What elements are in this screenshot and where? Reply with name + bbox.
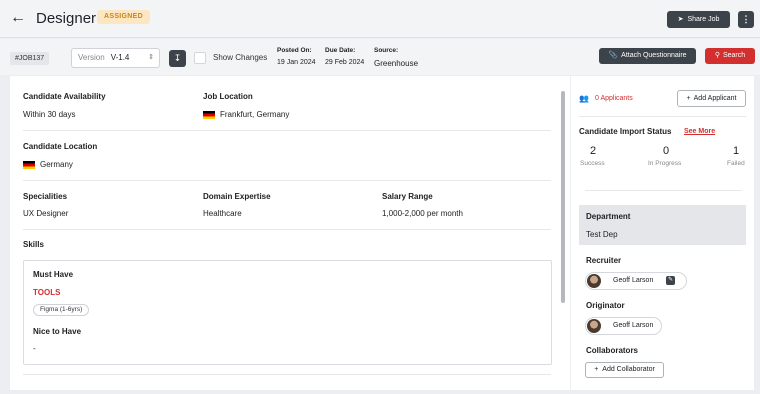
source-value: Greenhouse <box>374 59 419 68</box>
job-id-badge: #JOB137 <box>10 52 50 65</box>
department-value: Test Dep <box>586 230 618 239</box>
send-icon: ➤ <box>677 16 684 23</box>
divider <box>23 374 551 375</box>
add-user-icon: + <box>686 95 691 102</box>
due-date-value: 29 Feb 2024 <box>325 59 365 66</box>
job-location-value: Frankfurt, Germany <box>220 110 290 119</box>
specialities-label: Specialities <box>23 192 68 201</box>
status-badge: ASSIGNED <box>97 10 150 24</box>
in-progress-count: 0 <box>663 145 670 157</box>
availability-label: Candidate Availability <box>23 92 106 101</box>
germany-flag-icon <box>203 110 215 119</box>
originator-chip[interactable]: Geoff Larson <box>585 317 662 335</box>
candidate-location: Germany <box>23 160 73 169</box>
salary-range-label: Salary Range <box>382 192 433 201</box>
search-label: Search <box>722 52 746 59</box>
job-location: Frankfurt, Germany <box>203 110 289 119</box>
version-select[interactable]: Version V-1.4 ⇕ <box>71 48 160 68</box>
recruiter-label: Recruiter <box>586 256 622 265</box>
avatar <box>587 319 601 333</box>
scrollbar[interactable] <box>561 91 565 303</box>
divider <box>579 116 746 117</box>
posted-on-label: Posted On: <box>277 47 312 54</box>
recruiter-chip[interactable]: Geoff Larson ✎ <box>585 272 687 290</box>
search-icon: ⚲ <box>714 52 720 59</box>
skill-chip: Figma (1-6yrs) <box>33 304 90 316</box>
posted-on-value: 19 Jan 2024 <box>277 59 316 66</box>
divider <box>23 180 551 181</box>
nice-to-have-label: Nice to Have <box>33 327 82 336</box>
department-label: Department <box>586 212 631 221</box>
share-job-button[interactable]: ➤ Share Job <box>667 11 730 28</box>
germany-flag-icon <box>23 160 35 169</box>
search-button[interactable]: ⚲ Search <box>705 48 755 64</box>
add-applicant-label: Add Applicant <box>693 95 737 102</box>
avatar <box>587 274 601 288</box>
must-have-label: Must Have <box>33 270 74 279</box>
availability-value: Within 30 days <box>23 110 76 119</box>
see-more-link[interactable]: See More <box>684 128 715 135</box>
due-date-label: Due Date: <box>325 47 356 54</box>
candidate-location-label: Candidate Location <box>23 142 98 151</box>
show-changes-checkbox[interactable] <box>194 52 206 64</box>
share-job-label: Share Job <box>687 16 720 23</box>
skills-box <box>23 260 552 365</box>
salary-range-value: 1,000-2,000 per month <box>382 209 463 218</box>
divider <box>585 190 742 191</box>
people-icon: 👥 <box>579 94 589 103</box>
add-collaborator-button[interactable]: + Add Collaborator <box>585 362 664 378</box>
divider <box>23 130 551 131</box>
chevron-updown-icon: ⇕ <box>148 54 154 61</box>
specialities-value: UX Designer <box>23 209 69 218</box>
add-applicant-button[interactable]: + Add Applicant <box>677 90 746 107</box>
applicants-link[interactable]: 0 Applicants <box>595 95 633 102</box>
collaborators-label: Collaborators <box>586 346 639 355</box>
show-changes-label: Show Changes <box>213 53 268 62</box>
in-progress-label: In Progress <box>648 160 682 167</box>
skill-category: TOOLS <box>33 288 61 297</box>
more-options-icon[interactable]: ⋮ <box>738 11 754 28</box>
recruiter-name: Geoff Larson <box>613 277 654 284</box>
originator-label: Originator <box>586 301 625 310</box>
candidate-location-value: Germany <box>40 160 73 169</box>
add-collaborator-label: Add Collaborator <box>602 366 655 373</box>
job-location-label: Job Location <box>203 92 253 101</box>
domain-expertise-value: Healthcare <box>203 209 242 218</box>
failed-count: 1 <box>733 145 740 157</box>
source-label: Source: <box>374 47 399 54</box>
page-title: Designer <box>36 10 97 27</box>
edit-icon[interactable]: ✎ <box>666 276 675 285</box>
attach-questionnaire-label: Attach Questionnaire <box>621 52 687 59</box>
nice-to-have-value: - <box>33 344 36 353</box>
success-label: Success <box>580 160 605 167</box>
back-arrow-icon[interactable]: ← <box>10 9 28 27</box>
divider <box>23 229 551 230</box>
originator-name: Geoff Larson <box>613 322 654 329</box>
success-count: 2 <box>590 145 597 157</box>
failed-label: Failed <box>727 160 745 167</box>
version-label: Version <box>78 53 105 62</box>
domain-expertise-label: Domain Expertise <box>203 192 271 201</box>
skills-title: Skills <box>23 240 44 249</box>
attach-questionnaire-button[interactable]: 📎 Attach Questionnaire <box>599 48 696 64</box>
paperclip-icon: 📎 <box>608 52 618 59</box>
download-icon[interactable]: ↧ <box>169 50 186 67</box>
version-value: V-1.4 <box>110 53 130 62</box>
import-status-label: Candidate Import Status <box>579 127 672 136</box>
plus-icon: + <box>594 366 599 373</box>
department-card <box>579 205 746 245</box>
